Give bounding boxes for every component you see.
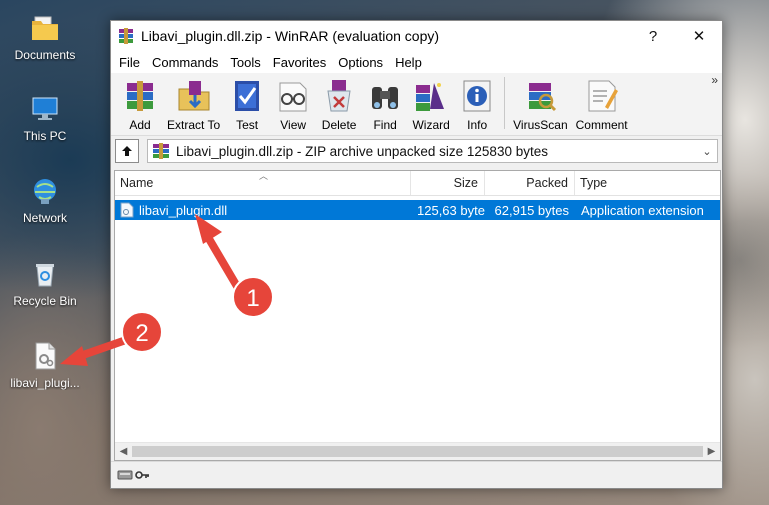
- scroll-left-icon[interactable]: ◀: [115, 446, 132, 457]
- file-type: Application extension: [581, 202, 704, 218]
- desktop-icon-label: Documents: [14, 48, 76, 62]
- up-arrow-icon: [122, 146, 132, 156]
- file-row[interactable]: libavi_plugin.dll 125,63 byte 62,915 byt…: [115, 200, 720, 220]
- view-button[interactable]: View: [270, 77, 316, 132]
- test-checkmark-icon: [235, 81, 260, 111]
- info-icon: [463, 80, 491, 112]
- info-button[interactable]: Info: [454, 77, 500, 132]
- find-binoculars-icon: [372, 87, 399, 109]
- help-button[interactable]: ?: [630, 21, 676, 51]
- menu-tools[interactable]: Tools: [224, 55, 266, 70]
- horizontal-scrollbar[interactable]: ◀ ▶: [115, 442, 720, 460]
- window-title: Libavi_plugin.dll.zip - WinRAR (evaluati…: [141, 28, 440, 44]
- network-icon: [34, 179, 56, 204]
- wizard-button[interactable]: Wizard: [408, 77, 454, 132]
- drive-key-icon: [117, 470, 149, 480]
- address-bar: Libavi_plugin.dll.zip - ZIP archive unpa…: [111, 135, 722, 166]
- dll-file-icon: [120, 202, 134, 218]
- desktop-icon-network[interactable]: Network: [3, 175, 87, 225]
- desktop-icon-label: libavi_plugi...: [10, 376, 80, 390]
- folder-icon: [32, 16, 58, 40]
- virusscan-button[interactable]: VirusScan: [509, 77, 571, 132]
- wizard-icon: [416, 83, 445, 111]
- menu-bar: File Commands Tools Favorites Options He…: [111, 51, 722, 73]
- virus-scan-icon: [529, 83, 557, 112]
- menu-commands[interactable]: Commands: [146, 55, 224, 70]
- delete-button[interactable]: Delete: [316, 77, 362, 132]
- menu-options[interactable]: Options: [332, 55, 389, 70]
- add-archive-icon: [127, 81, 153, 111]
- column-header-size[interactable]: Size: [411, 171, 485, 195]
- add-button[interactable]: Add: [117, 77, 163, 132]
- menu-file[interactable]: File: [113, 55, 146, 70]
- chevron-down-icon[interactable]: ⌄: [697, 145, 717, 158]
- zip-archive-icon: [153, 143, 169, 159]
- computer-icon: [32, 97, 58, 120]
- sort-caret-icon: ︿: [259, 171, 269, 181]
- toolbar-separator: [504, 77, 506, 129]
- menu-help[interactable]: Help: [389, 55, 428, 70]
- column-header-type[interactable]: Type: [575, 171, 720, 195]
- view-glasses-icon: [279, 82, 307, 112]
- dll-file-icon: [35, 342, 56, 370]
- desktop-icon-documents[interactable]: Documents: [3, 12, 87, 62]
- column-header-packed[interactable]: Packed: [485, 171, 575, 195]
- winrar-app-icon: [119, 28, 133, 44]
- find-button[interactable]: Find: [362, 77, 408, 132]
- delete-recycle-icon: [327, 80, 351, 112]
- comment-icon: [588, 80, 618, 112]
- column-headers: ︿ Name Size Packed Type: [115, 171, 720, 196]
- desktop-icon-label: Recycle Bin: [13, 294, 77, 308]
- scrollbar-track[interactable]: [132, 445, 703, 458]
- file-name: libavi_plugin.dll: [139, 202, 228, 218]
- desktop-icon-label: This PC: [23, 129, 67, 143]
- extract-to-button[interactable]: Extract To: [163, 77, 224, 132]
- extract-folder-icon: [178, 81, 210, 111]
- file-packed: 62,915 bytes: [494, 202, 569, 218]
- status-bar: [111, 461, 722, 488]
- toolbar-more-button[interactable]: »: [711, 73, 718, 87]
- comment-button[interactable]: Comment: [572, 77, 632, 132]
- test-button[interactable]: Test: [224, 77, 270, 132]
- scroll-right-icon[interactable]: ▶: [703, 446, 720, 457]
- winrar-window: Libavi_plugin.dll.zip - WinRAR (evaluati…: [110, 20, 723, 489]
- archive-path-box[interactable]: Libavi_plugin.dll.zip - ZIP archive unpa…: [147, 139, 718, 163]
- file-size: 125,63 byte: [417, 202, 485, 218]
- close-button[interactable]: ✕: [676, 21, 722, 51]
- desktop-icon-label: Network: [22, 211, 67, 225]
- recycle-bin-icon: [36, 264, 54, 287]
- desktop-icon-recycle-bin[interactable]: Recycle Bin: [3, 258, 87, 308]
- file-list: ︿ Name Size Packed Type libavi_plugin.dl…: [114, 170, 721, 461]
- desktop-icon-libavi-plugin[interactable]: libavi_plugi...: [3, 340, 87, 390]
- toolbar: Add Extract To Test View Delete Find Wiz…: [111, 73, 722, 135]
- title-bar[interactable]: Libavi_plugin.dll.zip - WinRAR (evaluati…: [111, 21, 722, 51]
- archive-path-text: Libavi_plugin.dll.zip - ZIP archive unpa…: [176, 143, 548, 159]
- menu-favorites[interactable]: Favorites: [267, 55, 332, 70]
- desktop-icon-this-pc[interactable]: This PC: [3, 93, 87, 143]
- up-folder-button[interactable]: [115, 139, 139, 163]
- scrollbar-thumb[interactable]: [132, 446, 703, 457]
